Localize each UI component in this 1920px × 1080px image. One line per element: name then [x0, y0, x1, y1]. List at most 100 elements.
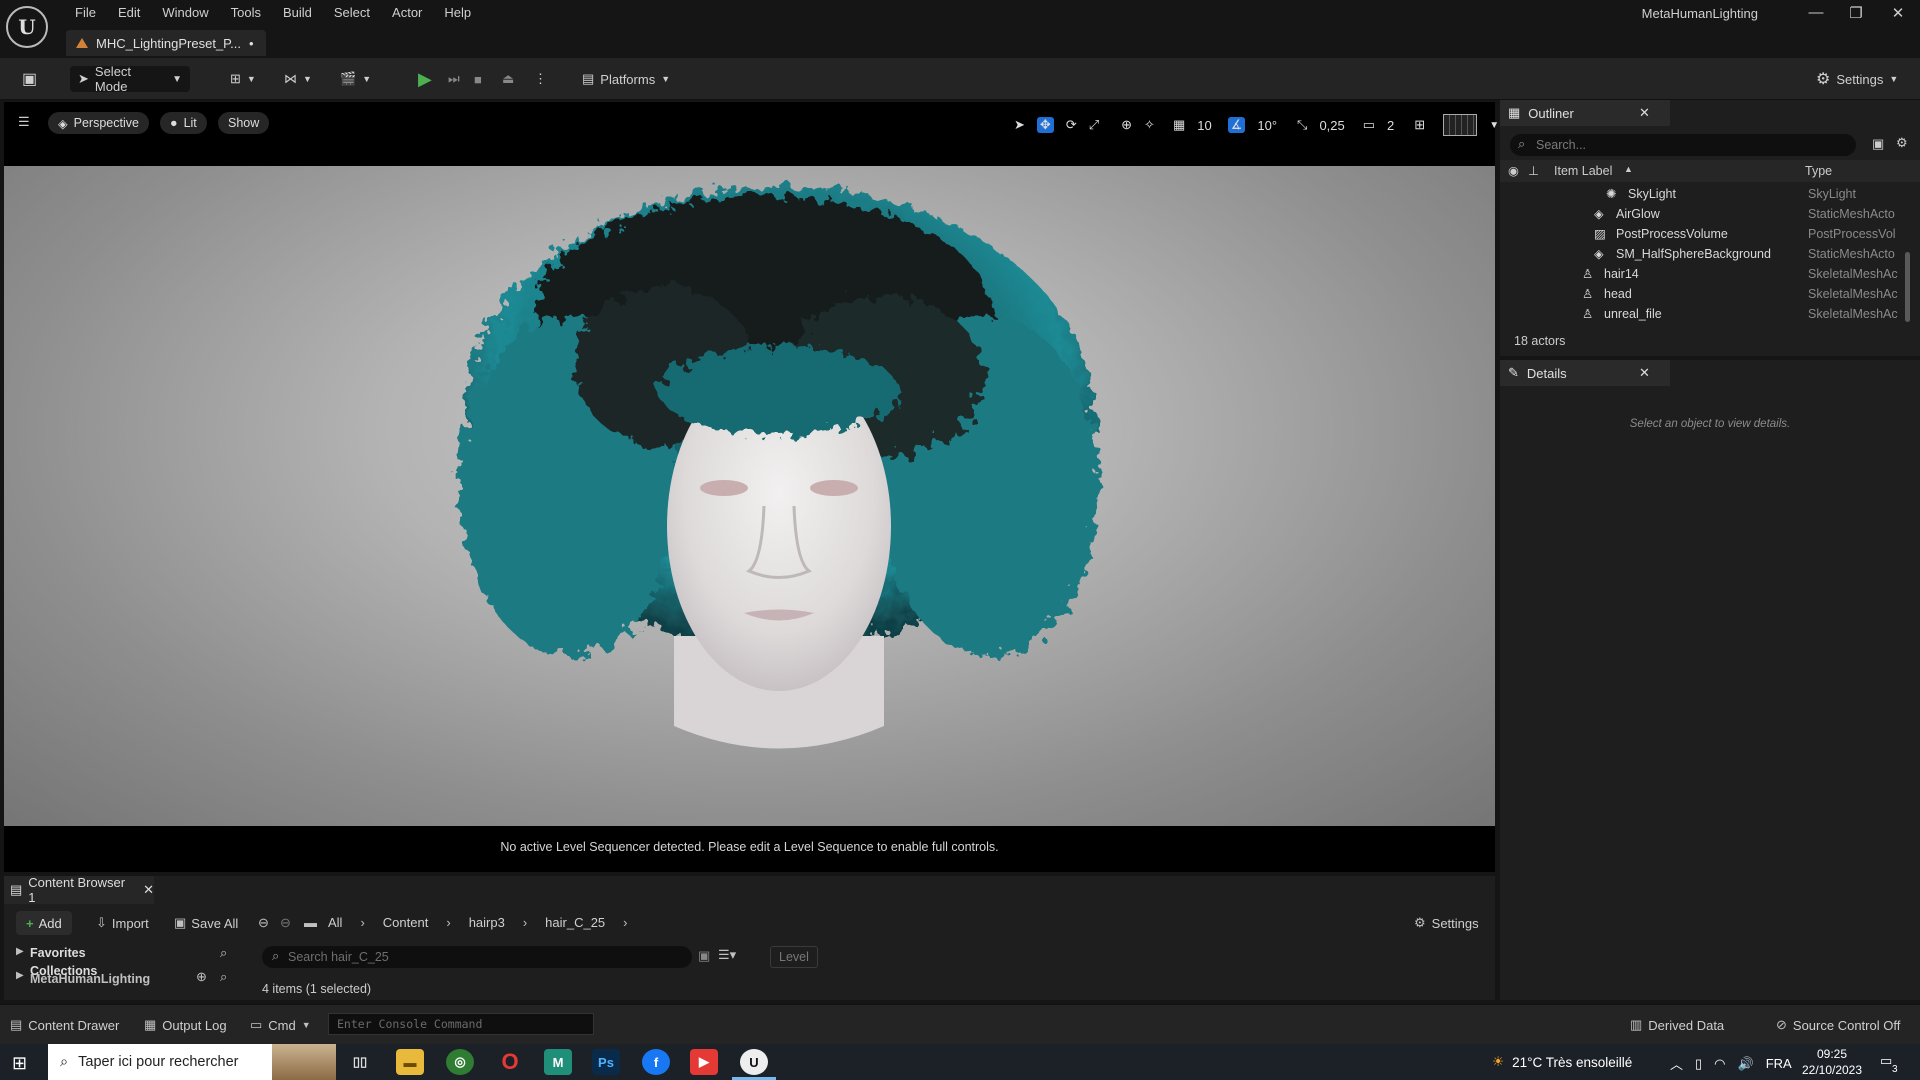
restore-button[interactable]: ❐ — [1836, 4, 1876, 28]
blueprint-icon[interactable]: ⋈ ▼ — [276, 66, 320, 92]
grid-snap-icon[interactable]: ▦ — [1173, 117, 1185, 133]
viewport-layout-icon[interactable] — [1443, 114, 1478, 136]
platforms-dropdown[interactable]: ▤ Platforms ▼ — [574, 66, 678, 92]
scale-icon[interactable]: ⤢ — [1089, 117, 1099, 133]
folder-icon[interactable]: ▬ — [304, 915, 317, 930]
opera-icon[interactable]: O — [496, 1049, 524, 1075]
outliner-scrollbar[interactable] — [1905, 252, 1910, 322]
camera-speed-icon[interactable]: ▭ — [1363, 117, 1375, 133]
outliner-search-input[interactable]: Search... — [1510, 134, 1856, 156]
chevron-right-icon[interactable]: ▶ — [16, 970, 24, 981]
back-icon[interactable]: ⊖ — [258, 915, 269, 931]
save-all-button[interactable]: ▣ Save All — [174, 915, 238, 931]
menu-build[interactable]: Build — [272, 2, 323, 23]
close-icon[interactable]: ✕ — [1639, 105, 1650, 121]
select-mode-dropdown[interactable]: ➤ Select Mode ▼ — [70, 64, 190, 94]
device-icon[interactable]: ▯ — [1695, 1056, 1702, 1072]
project-folder[interactable]: MetaHumanLighting — [30, 972, 150, 986]
camera-speed-value[interactable]: 2 — [1387, 118, 1394, 133]
scale-snap-icon[interactable]: ⤡ — [1297, 117, 1307, 133]
perspective-button[interactable]: ◈ Perspective — [48, 112, 149, 134]
search-icon[interactable]: ⌕ — [220, 945, 227, 961]
output-log-button[interactable]: ▦ Output Log — [144, 1017, 227, 1033]
gear-icon[interactable]: ⚙ — [1896, 135, 1908, 151]
minimize-button[interactable]: — — [1796, 4, 1836, 28]
console-input[interactable]: Enter Console Command — [328, 1013, 594, 1035]
more-options-icon[interactable]: ⋮ — [526, 66, 555, 92]
stop-icon[interactable]: ■ — [466, 66, 490, 92]
import-button[interactable]: ⇩ Import — [96, 915, 149, 931]
world-space-icon[interactable]: ⊕ — [1121, 117, 1132, 133]
content-browser-tab[interactable]: ▤ Content Browser 1 ✕ — [4, 875, 154, 905]
outliner-row[interactable]: ▨ PostProcessVolume PostProcessVol — [1500, 224, 1920, 244]
select-icon[interactable]: ➤ — [1014, 117, 1025, 133]
facebook-icon[interactable]: f — [642, 1049, 670, 1075]
save-icon[interactable]: ▣ — [14, 66, 45, 92]
column-item-label[interactable]: Item Label — [1554, 164, 1612, 178]
scene-render[interactable] — [4, 166, 1495, 826]
breadcrumb-hairp3[interactable]: hairp3 — [469, 915, 505, 930]
breadcrumb-hair-c-25[interactable]: hair_C_25 — [545, 915, 605, 930]
metahuman-app-icon[interactable]: M — [544, 1049, 572, 1075]
forward-icon[interactable]: ⊖ — [280, 915, 291, 931]
weather-widget[interactable]: ☀ 21°C Très ensoleillé — [1492, 1054, 1632, 1070]
unreal-engine-taskbar-icon[interactable]: U — [740, 1049, 768, 1075]
outliner-row[interactable]: ♙ unreal_file SkeletalMeshAc — [1500, 304, 1920, 324]
chrome-icon[interactable]: ◎ — [446, 1049, 474, 1075]
level-viewport[interactable]: ☰ ◈ Perspective ● Lit Show ➤ ✥ ⟳ ⤢ ⊕ ✧ ▦… — [4, 102, 1499, 872]
menu-window[interactable]: Window — [151, 2, 219, 23]
play-icon[interactable]: ▶ — [410, 66, 440, 92]
unreal-logo-icon[interactable]: U — [6, 6, 48, 48]
asset-search-input[interactable]: Search hair_C_25 — [262, 946, 692, 968]
volume-icon[interactable]: 🔊 — [1738, 1056, 1754, 1072]
chevron-right-icon[interactable]: ▶ — [16, 946, 24, 957]
taskbar-search[interactable]: ⌕ Taper ici pour rechercher — [48, 1044, 336, 1080]
add-button[interactable]: + Add — [16, 911, 72, 935]
filter-icon[interactable]: ☰▾ — [718, 947, 736, 963]
notification-icon[interactable]: ▭ — [1880, 1053, 1892, 1069]
menu-select[interactable]: Select — [323, 2, 381, 23]
derived-data-button[interactable]: ▥ Derived Data — [1630, 1017, 1724, 1033]
add-actor-icon[interactable]: ⊞ ▼ — [222, 66, 264, 92]
close-icon[interactable]: ✕ — [143, 882, 154, 898]
surface-snap-icon[interactable]: ✧ — [1144, 117, 1155, 133]
level-tab[interactable]: MHC_LightingPreset_P... • — [66, 30, 266, 56]
windows-start-icon[interactable]: ⊞ — [12, 1053, 27, 1074]
menu-file[interactable]: File — [64, 2, 107, 23]
menu-help[interactable]: Help — [433, 2, 482, 23]
search-icon[interactable]: ⌕ — [220, 969, 227, 985]
outliner-row[interactable]: ♙ head SkeletalMeshAc — [1500, 284, 1920, 304]
rotate-icon[interactable]: ⟳ — [1066, 117, 1077, 133]
grid-snap-value[interactable]: 10 — [1197, 118, 1211, 133]
save-search-icon[interactable]: ▣ — [698, 948, 710, 964]
visibility-eye-icon[interactable]: ◉ — [1508, 163, 1519, 178]
favorites-header[interactable]: Favorites — [30, 946, 86, 960]
lit-button[interactable]: ● Lit — [160, 112, 207, 134]
menu-actor[interactable]: Actor — [381, 2, 433, 23]
pin-icon[interactable]: ⊥ — [1528, 163, 1539, 178]
settings-dropdown[interactable]: ⚙ Settings ▼ — [1808, 66, 1906, 92]
hamburger-menu-icon[interactable]: ☰ — [18, 114, 30, 130]
photoshop-icon[interactable]: Ps — [592, 1049, 620, 1075]
step-icon[interactable]: ⏭ — [440, 66, 468, 92]
close-window-button[interactable]: ✕ — [1878, 4, 1918, 28]
task-view-icon[interactable]: ▯▯ — [346, 1049, 374, 1075]
layout-icon[interactable]: ⊞ — [1414, 117, 1425, 133]
outliner-row[interactable]: ✺ SkyLight SkyLight — [1500, 184, 1920, 204]
scale-snap-value[interactable]: 0,25 — [1319, 118, 1344, 133]
source-control-button[interactable]: ⊘ Source Control Off — [1776, 1017, 1900, 1033]
language-indicator[interactable]: FRA — [1766, 1056, 1792, 1071]
youtube-icon[interactable]: ▶ — [690, 1049, 718, 1075]
file-explorer-icon[interactable]: ▬ — [396, 1049, 424, 1075]
wifi-icon[interactable]: ◠ — [1714, 1056, 1725, 1072]
eject-icon[interactable]: ⏏ — [494, 66, 522, 92]
breadcrumb-content[interactable]: Content — [383, 915, 429, 930]
content-drawer-button[interactable]: ▤ Content Drawer — [10, 1017, 119, 1033]
add-folder-icon[interactable]: ▣ — [1872, 136, 1884, 152]
rotation-snap-value[interactable]: 10° — [1257, 118, 1277, 133]
menu-edit[interactable]: Edit — [107, 2, 151, 23]
clock[interactable]: 09:25 22/10/2023 — [1796, 1046, 1868, 1078]
outliner-row[interactable]: ♙ hair14 SkeletalMeshAc — [1500, 264, 1920, 284]
chevron-down-icon[interactable]: ▼ — [1489, 120, 1499, 131]
outliner-row[interactable]: ◈ SM_HalfSphereBackground StaticMeshActo — [1500, 244, 1920, 264]
